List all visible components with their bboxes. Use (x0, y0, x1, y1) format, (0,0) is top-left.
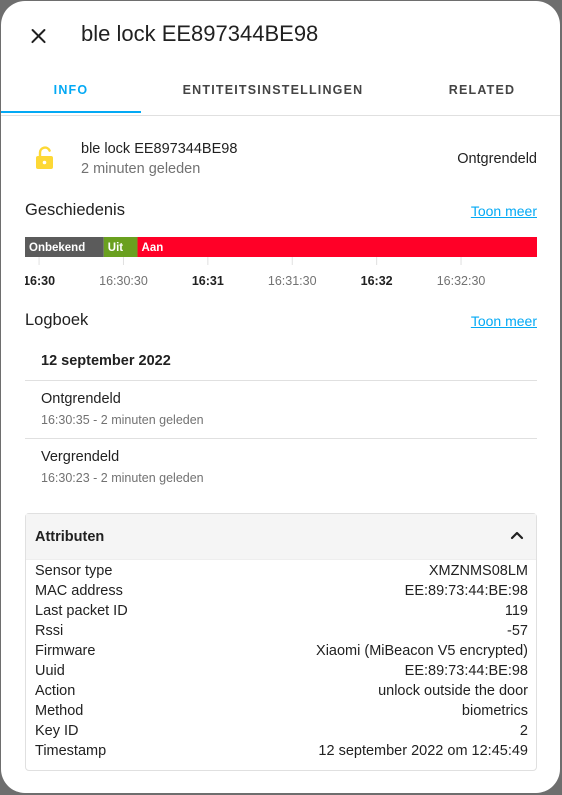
timeline-segment[interactable] (137, 237, 537, 257)
dialog-header: ble lock EE897344BE98 (1, 1, 560, 69)
logbook-entry-time: 16:30:35 - 2 minuten geleden (41, 413, 204, 427)
tab-entity-settings[interactable]: ENTITEITSINSTELLINGEN (161, 69, 385, 115)
close-icon[interactable] (23, 21, 53, 51)
attribute-value: Xiaomi (MiBeacon V5 encrypted) (316, 643, 528, 659)
logbook-entry-state: Vergrendeld (41, 449, 120, 465)
attribute-row: MAC address EE:89:73:44:BE:98 (35, 583, 528, 603)
more-info-dialog: ble lock EE897344BE98 INFO ENTITEITSINST… (1, 1, 560, 793)
attributes-panel: Attributen Sensor type XMZNMS08LM MAC ad… (25, 513, 537, 771)
history-more-link[interactable]: Toon meer (471, 203, 537, 219)
logbook-entry-state: Ontgrendeld (41, 391, 121, 407)
timeline-segment-label: Aan (142, 242, 164, 254)
logbook-more-link[interactable]: Toon meer (471, 313, 537, 329)
timeline-segment-label: Uit (108, 242, 124, 254)
tab-bar: INFO ENTITEITSINSTELLINGEN RELATED (1, 69, 560, 116)
attributes-header[interactable]: Attributen (26, 514, 536, 560)
history-title: Geschiedenis (25, 201, 125, 219)
attribute-key: Key ID (35, 723, 79, 739)
chevron-up-icon[interactable] (510, 530, 524, 540)
history-timeline[interactable]: Onbekend Uit Aan 16:30 16:30:30 16:31 16:31:30… (25, 237, 537, 295)
logbook-entry[interactable]: Vergrendeld 16:30:23 - 2 minuten geleden (25, 438, 537, 496)
logbook-title: Logboek (25, 311, 89, 329)
timeline-tick-label: 16:32:30 (437, 274, 486, 288)
attribute-row: Method biometrics (35, 703, 528, 723)
attribute-row: Firmware Xiaomi (MiBeacon V5 encrypted) (35, 643, 528, 663)
attribute-row: Sensor type XMZNMS08LM (35, 563, 528, 583)
attribute-value: XMZNMS08LM (428, 563, 528, 579)
entity-name: ble lock EE897344BE98 (81, 141, 238, 157)
attribute-key: Timestamp (35, 743, 107, 759)
lock-open-icon (36, 146, 53, 169)
tab-info[interactable]: INFO (1, 69, 141, 115)
logbook-entry[interactable]: Ontgrendeld 16:30:35 - 2 minuten geleden (25, 380, 537, 438)
attribute-key: Method (35, 703, 84, 719)
attribute-row: Action unlock outside the door (35, 683, 528, 703)
attribute-row: Last packet ID 119 (35, 603, 528, 623)
timeline-tick-label: 16:32 (361, 274, 393, 288)
attribute-value: unlock outside the door (378, 683, 528, 699)
timeline-tick-label: 16:30:30 (99, 274, 148, 288)
tab-related[interactable]: RELATED (431, 69, 533, 115)
active-tab-indicator (1, 111, 141, 113)
entity-last-changed: 2 minuten geleden (81, 161, 201, 177)
attribute-key: Action (35, 683, 76, 699)
info-content: ble lock EE897344BE98 2 minuten geleden … (25, 116, 537, 771)
attribute-value: biometrics (461, 703, 528, 719)
logbook-entry-time: 16:30:23 - 2 minuten geleden (41, 471, 204, 485)
attributes-title: Attributen (35, 529, 105, 545)
attribute-key: MAC address (35, 583, 123, 599)
attribute-key: Rssi (35, 623, 64, 639)
timeline-tick-label: 16:31:30 (268, 274, 317, 288)
attribute-row: Rssi -57 (35, 623, 528, 643)
attribute-value: EE:89:73:44:BE:98 (404, 583, 528, 599)
attribute-row: Uuid EE:89:73:44:BE:98 (35, 663, 528, 683)
attribute-key: Sensor type (35, 563, 113, 579)
timeline-tick-label: 16:30 (25, 274, 55, 288)
entity-state-row[interactable]: ble lock EE897344BE98 2 minuten geleden … (25, 116, 537, 201)
attribute-value: 119 (504, 603, 528, 619)
attribute-row: Key ID 2 (35, 723, 528, 743)
entity-state: Ontgrendeld (457, 151, 537, 167)
attribute-value: -57 (507, 623, 528, 639)
logbook-date: 12 september 2022 (41, 353, 171, 369)
attribute-value: 12 september 2022 om 12:45:49 (318, 743, 528, 759)
attribute-key: Firmware (35, 643, 96, 659)
timeline-segment-label: Onbekend (29, 242, 85, 254)
attribute-key: Uuid (35, 663, 65, 679)
timeline-tick-label: 16:31 (192, 274, 224, 288)
attribute-row: Timestamp 12 september 2022 om 12:45:49 (35, 743, 528, 763)
dialog-title: ble lock EE897344BE98 (81, 21, 319, 46)
attribute-value: 2 (519, 723, 528, 739)
attribute-key: Last packet ID (35, 603, 128, 619)
attribute-value: EE:89:73:44:BE:98 (404, 663, 528, 679)
